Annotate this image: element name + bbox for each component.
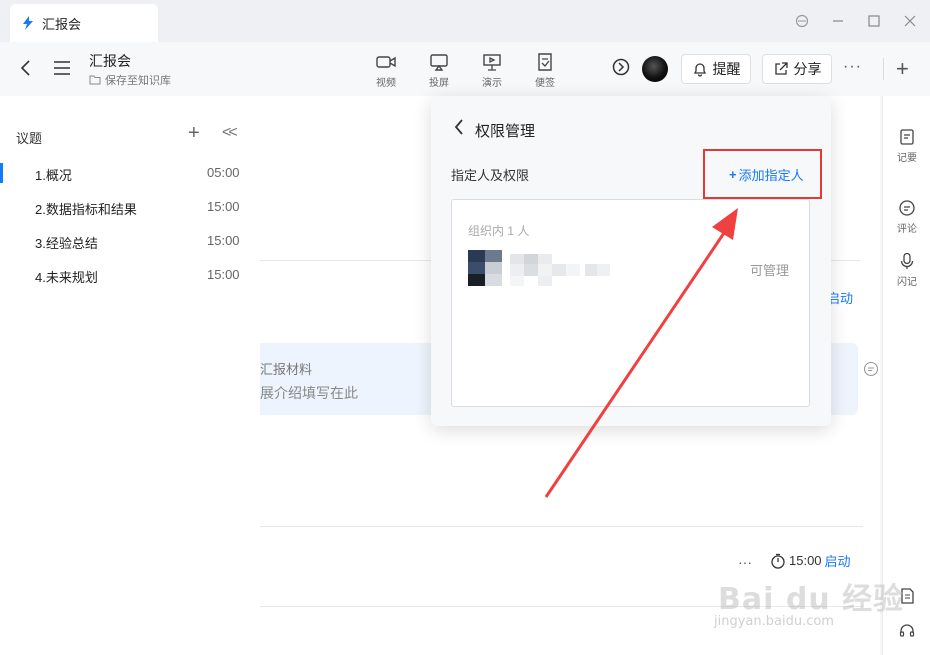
video-icon — [376, 56, 396, 68]
org-member-count: 组织内 1 人 — [468, 224, 530, 238]
material-card-title: 汇报材料 — [260, 362, 313, 377]
member-list: 组织内 1 人 可管理 — [451, 199, 810, 407]
tool-note-label: 便签 — [535, 78, 555, 89]
notes-icon — [900, 129, 914, 145]
popup-title: 权限管理 — [475, 123, 536, 140]
watermark: Bai du 经验 — [718, 582, 905, 617]
row-start-link[interactable]: 启动 — [825, 551, 851, 570]
tool-cast[interactable]: 投屏 — [419, 52, 459, 89]
window-tab[interactable]: 汇报会 — [10, 4, 158, 42]
app-logo-icon — [23, 16, 33, 30]
rail-support-button[interactable] — [883, 622, 930, 640]
tab-title: 汇报会 — [42, 16, 82, 32]
cast-icon — [430, 54, 448, 71]
annotation-highlight — [703, 149, 822, 199]
agenda-item-time: 15:00 — [207, 267, 240, 282]
agenda-item[interactable]: 4.未来规划 15:00 — [0, 261, 260, 289]
tool-video-label: 视频 — [376, 78, 396, 89]
rail-comment[interactable]: 评论 — [883, 199, 930, 235]
note-icon — [538, 53, 552, 71]
remind-label: 提醒 — [712, 61, 741, 77]
row-timer-value: 15:00 — [789, 553, 822, 568]
rail-flash-note[interactable]: 闪记 — [883, 252, 930, 288]
row-more-button[interactable]: ··· — [738, 554, 752, 570]
collapse-sidebar-icon[interactable]: << — [222, 124, 238, 142]
tool-present[interactable]: 演示 — [472, 52, 512, 89]
agenda-heading: 议题 — [16, 131, 43, 146]
share-label: 分享 — [793, 61, 822, 77]
rail-comment-label: 评论 — [897, 224, 917, 235]
agenda-item-label: 2.数据指标和结果 — [35, 202, 137, 217]
doc-title[interactable]: 汇报会 — [89, 51, 131, 71]
comment-icon — [899, 200, 915, 216]
agenda-sidebar: 议题 + << 1.概况 05:00 2.数据指标和结果 15:00 3.经验总… — [0, 96, 260, 655]
save-to-label: 保存至知识库 — [105, 75, 171, 87]
more-button[interactable]: ··· — [843, 58, 862, 76]
maximize-icon[interactable] — [865, 12, 883, 30]
tool-present-label: 演示 — [482, 78, 502, 89]
rail-flash-note-label: 闪记 — [897, 277, 917, 288]
agenda-item[interactable]: 2.数据指标和结果 15:00 — [0, 193, 260, 221]
rail-notes-label: 记要 — [897, 153, 917, 164]
watermark-url: jingyan.baidu.com — [714, 614, 834, 629]
user-avatar[interactable] — [642, 56, 668, 82]
save-to-library[interactable]: 保存至知识库 — [89, 72, 171, 88]
popup-back-icon[interactable] — [453, 118, 465, 141]
agenda-item-time: 05:00 — [207, 165, 240, 180]
agenda-item-label: 1.概况 — [35, 168, 72, 183]
remind-button[interactable]: 提醒 — [681, 54, 751, 84]
tool-video[interactable]: 视频 — [366, 52, 406, 89]
share-icon — [774, 62, 788, 75]
bell-icon — [693, 63, 706, 77]
tool-note[interactable]: 便签 — [525, 52, 565, 89]
present-icon — [483, 54, 501, 71]
agenda-item[interactable]: 3.经验总结 15:00 — [0, 227, 260, 255]
agenda-item-label: 4.未来规划 — [35, 270, 98, 285]
tool-cast-label: 投屏 — [429, 78, 449, 89]
agenda-item[interactable]: 1.概况 05:00 — [0, 159, 260, 187]
member-permission[interactable]: 可管理 — [750, 260, 789, 279]
rail-notes[interactable]: 记要 — [883, 128, 930, 164]
headset-icon — [899, 624, 915, 637]
row-timer: 15:00 启动 — [770, 551, 851, 570]
menu-icon[interactable] — [52, 59, 72, 77]
agenda-item-label: 3.经验总结 — [35, 236, 98, 251]
member-name-pixelated — [510, 254, 610, 286]
material-card-placeholder: 展介绍填写在此 — [260, 385, 358, 401]
share-button[interactable]: 分享 — [762, 54, 832, 84]
minimize-icon[interactable] — [829, 12, 847, 30]
sync-icon[interactable] — [793, 12, 811, 30]
assignee-section-label: 指定人及权限 — [451, 168, 530, 183]
folder-icon — [89, 75, 101, 85]
refresh-icon[interactable] — [611, 57, 631, 77]
right-rail: 记要 评论 闪记 — [882, 96, 930, 655]
toolbar-divider — [883, 58, 884, 80]
agenda-item-time: 15:00 — [207, 199, 240, 214]
section-divider — [260, 526, 863, 527]
timer-icon — [771, 553, 785, 569]
new-tab-button[interactable]: + — [896, 56, 909, 82]
add-agenda-button[interactable]: + — [188, 122, 200, 145]
title-bar: 汇报会 — [0, 0, 930, 42]
close-icon[interactable] — [901, 12, 919, 30]
mic-icon — [900, 252, 914, 269]
back-icon[interactable] — [18, 57, 34, 79]
comment-icon[interactable] — [863, 361, 879, 377]
member-avatar — [468, 250, 502, 286]
agenda-item-time: 15:00 — [207, 233, 240, 248]
